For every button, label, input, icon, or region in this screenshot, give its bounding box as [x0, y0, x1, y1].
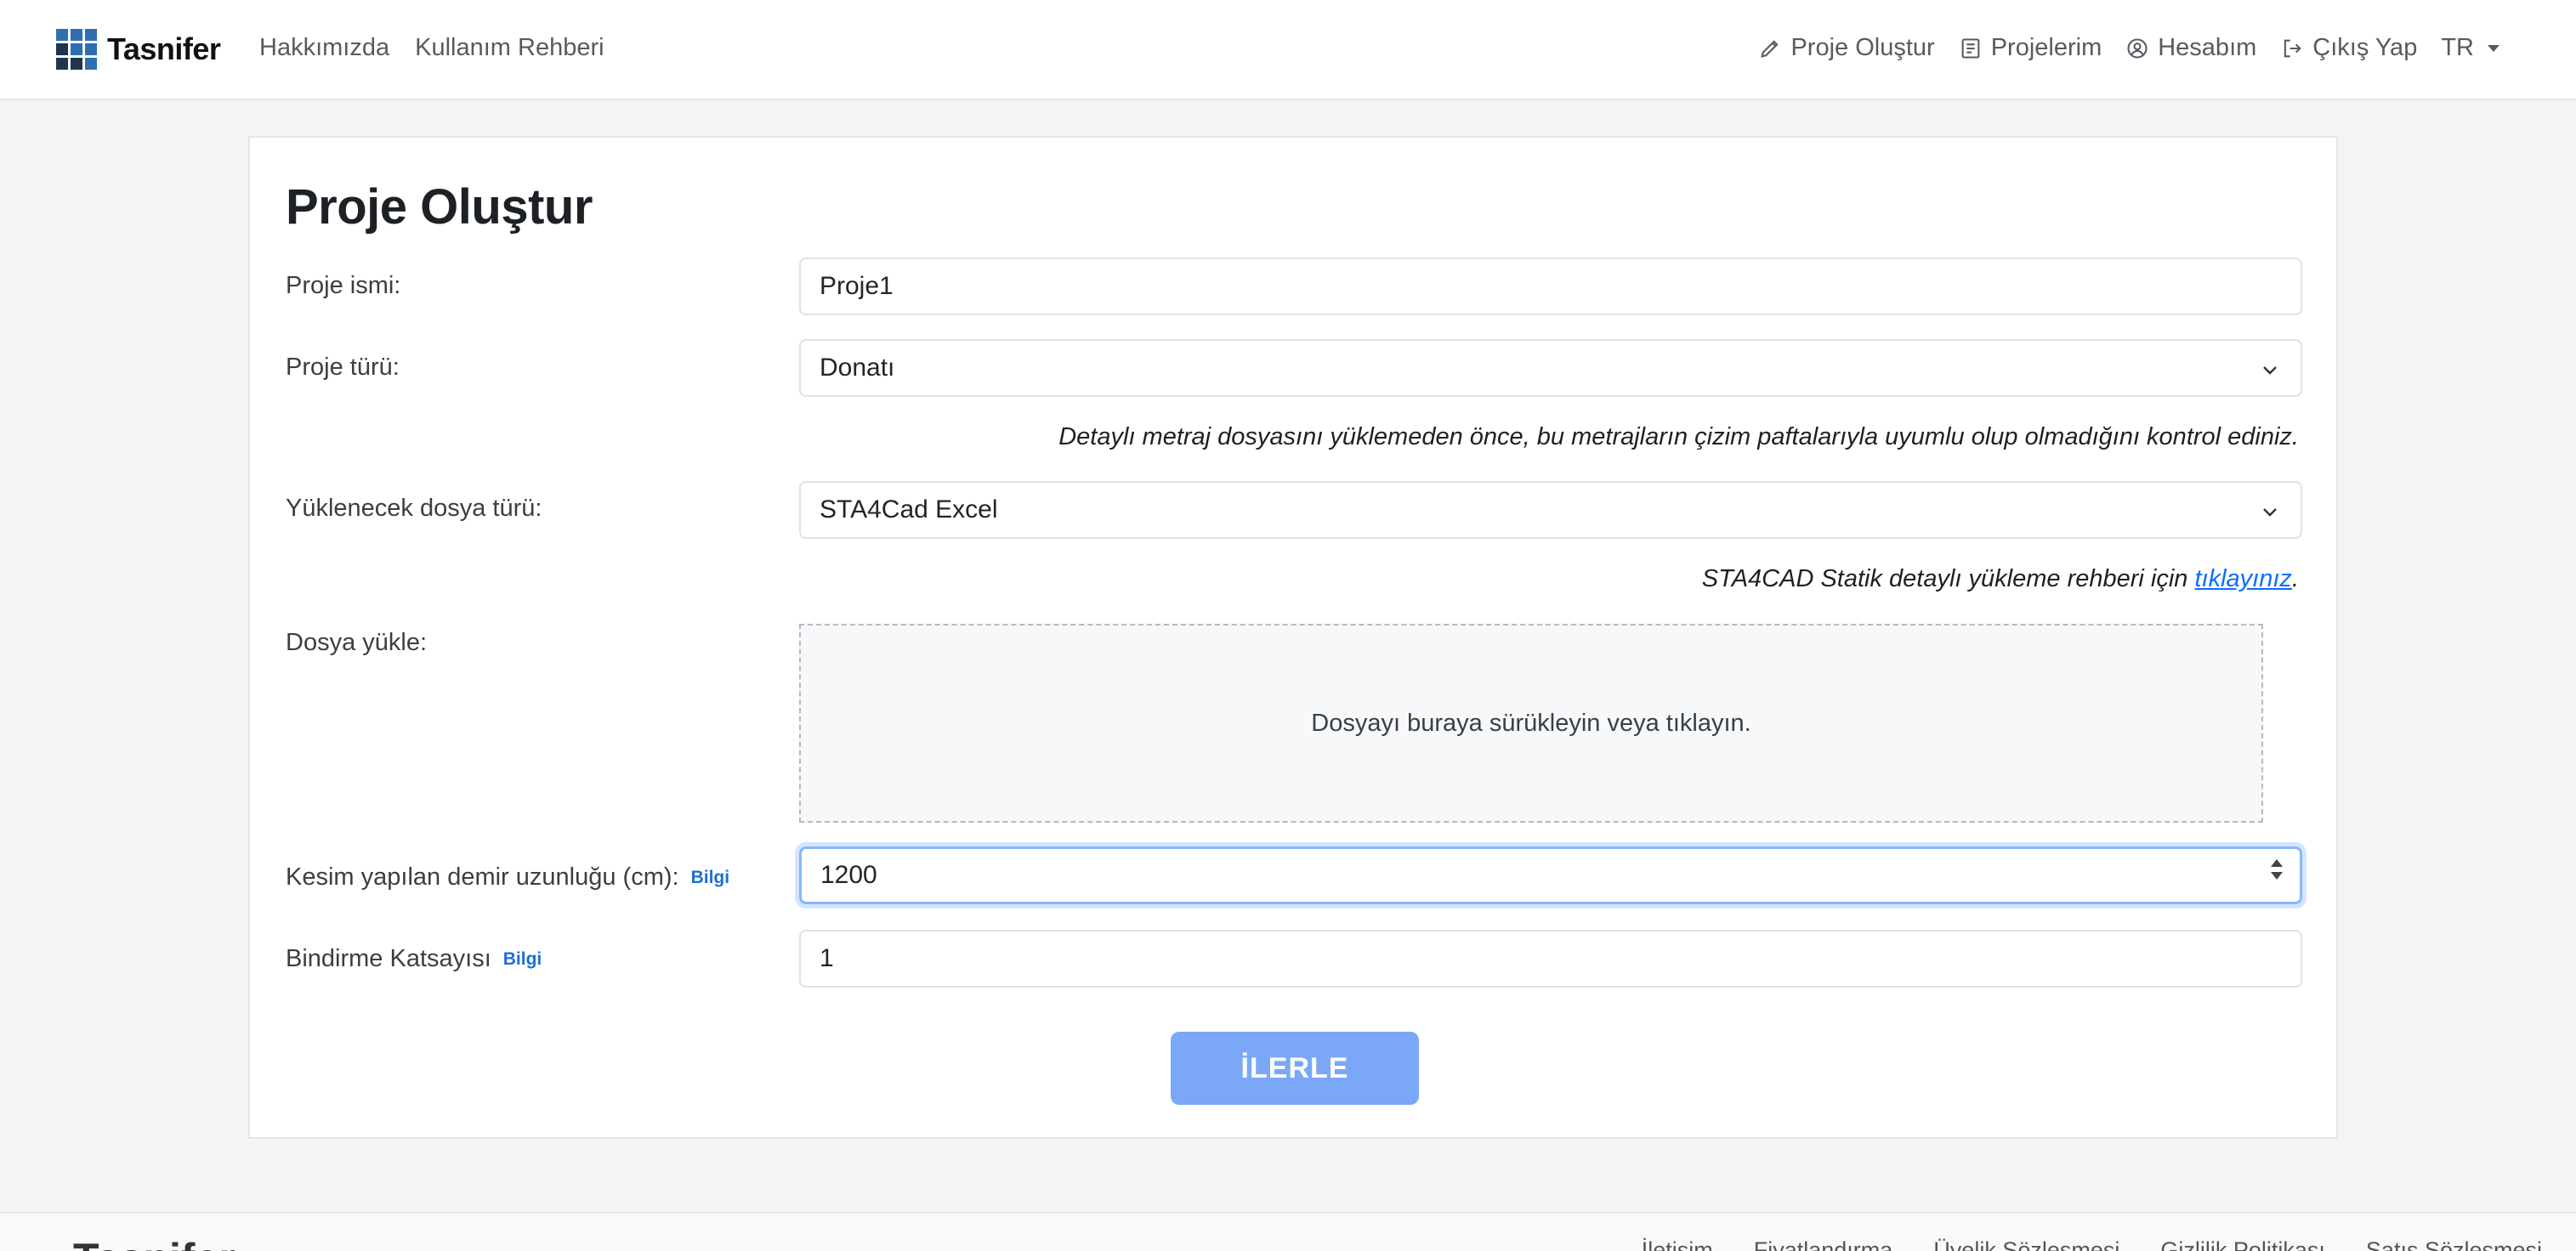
nav-create-project[interactable]: Proje Oluştur — [1758, 34, 1935, 62]
spinner-down-icon[interactable] — [2271, 872, 2283, 880]
file-type-value: STA4Cad Excel — [820, 495, 998, 524]
nav-link-about[interactable]: Hakkımızda — [259, 34, 389, 62]
file-type-label: Yüklenecek dosya türü: — [286, 495, 542, 522]
overlap-info-button[interactable]: Bilgi — [503, 949, 542, 970]
caret-down-icon — [2488, 44, 2499, 52]
footer: Tasnifer İletişim Fiyatlandırma Üyelik S… — [0, 1212, 2576, 1251]
footer-link-membership[interactable]: Üyelik Sözleşmesi — [1933, 1237, 2119, 1251]
overlap-value: 1 — [820, 944, 834, 972]
nav-create-project-label: Proje Oluştur — [1790, 34, 1935, 61]
project-type-value: Donatı — [820, 354, 895, 382]
page-title: Proje Oluştur — [286, 179, 593, 235]
pencil-icon — [1761, 39, 1779, 58]
project-name-value: Proje1 — [820, 272, 894, 300]
logout-icon — [2284, 39, 2302, 57]
overlap-input[interactable]: 1 — [799, 930, 2302, 988]
nav-logout[interactable]: Çıkış Yap — [2280, 34, 2417, 62]
brand-link[interactable]: Tasnifer — [56, 29, 221, 70]
create-project-card: Proje Oluştur Proje ismi: Proje1 Proje t… — [248, 136, 2338, 1139]
footer-brand: Tasnifer — [73, 1234, 235, 1251]
brand-name: Tasnifer — [107, 31, 221, 66]
chevron-down-icon — [2263, 366, 2277, 375]
overlap-label-row: Bindirme Katsayısı Bilgi — [286, 945, 542, 973]
dropzone-hint: Dosyayı buraya sürükleyin veya tıklayın. — [1311, 709, 1751, 737]
top-navbar: Tasnifer Hakkımızda Kullanım Rehberi Pro… — [0, 0, 2576, 100]
nav-account-label: Hesabım — [2158, 34, 2257, 61]
cut-length-label-row: Kesim yapılan demir uzunluğu (cm): Bilgi — [286, 863, 729, 892]
project-name-label: Proje ismi: — [286, 272, 401, 299]
nav-account[interactable]: Hesabım — [2125, 34, 2256, 62]
upload-guide-link[interactable]: tıklayınız — [2195, 565, 2292, 592]
footer-link-pricing[interactable]: Fiyatlandırma — [1754, 1237, 1893, 1251]
spinner-up-icon[interactable] — [2271, 859, 2283, 867]
cut-length-input[interactable]: 1200 — [799, 846, 2302, 904]
user-circle-icon — [2127, 37, 2148, 59]
cut-length-info-button[interactable]: Bilgi — [691, 868, 730, 888]
upload-label: Dosya yükle: — [286, 629, 428, 656]
language-dropdown[interactable]: TR — [2441, 34, 2499, 62]
footer-link-privacy[interactable]: Gizlilik Politikası — [2160, 1237, 2325, 1251]
file-type-note: STA4CAD Statik detaylı yükleme rehberi i… — [1702, 565, 2299, 593]
number-spinner[interactable] — [2271, 859, 2283, 880]
file-type-select[interactable]: STA4Cad Excel — [799, 481, 2302, 539]
language-label: TR — [2441, 34, 2474, 61]
nav-link-user-guide[interactable]: Kullanım Rehberi — [415, 34, 604, 62]
file-dropzone[interactable]: Dosyayı buraya sürükleyin veya tıklayın. — [799, 624, 2263, 823]
project-type-label: Proje türü: — [286, 354, 400, 381]
nav-left-links: Hakkımızda Kullanım Rehberi — [259, 34, 604, 62]
file-type-note-text: STA4CAD Statik detaylı yükleme rehberi i… — [1701, 565, 2195, 592]
footer-links: İletişim Fiyatlandırma Üyelik Sözleşmesi… — [1642, 1237, 2542, 1251]
cut-length-label: Kesim yapılan demir uzunluğu (cm): — [286, 863, 679, 891]
footer-link-contact[interactable]: İletişim — [1642, 1237, 1713, 1251]
next-button[interactable]: İLERLE — [1171, 1032, 1419, 1105]
cut-length-value: 1200 — [820, 861, 877, 889]
footer-link-sales[interactable]: Satış Sözleşmesi — [2366, 1237, 2542, 1251]
nav-logout-label: Çıkış Yap — [2312, 34, 2418, 61]
project-name-input[interactable]: Proje1 — [799, 258, 2302, 315]
nav-right-links: Proje Oluştur Projelerim Hesabım Çıkış Y… — [1758, 34, 2499, 62]
chevron-down-icon — [2263, 508, 2277, 517]
nav-my-projects[interactable]: Projelerim — [1959, 34, 2102, 62]
project-type-select[interactable]: Donatı — [799, 339, 2302, 397]
project-type-note: Detaylı metraj dosyasını yüklemeden önce… — [1058, 423, 2299, 450]
document-list-icon — [1961, 37, 1980, 59]
brand-logo-icon — [56, 29, 97, 70]
overlap-label: Bindirme Katsayısı — [286, 945, 491, 972]
file-type-note-suffix: . — [2291, 565, 2299, 592]
nav-my-projects-label: Projelerim — [1990, 34, 2102, 61]
